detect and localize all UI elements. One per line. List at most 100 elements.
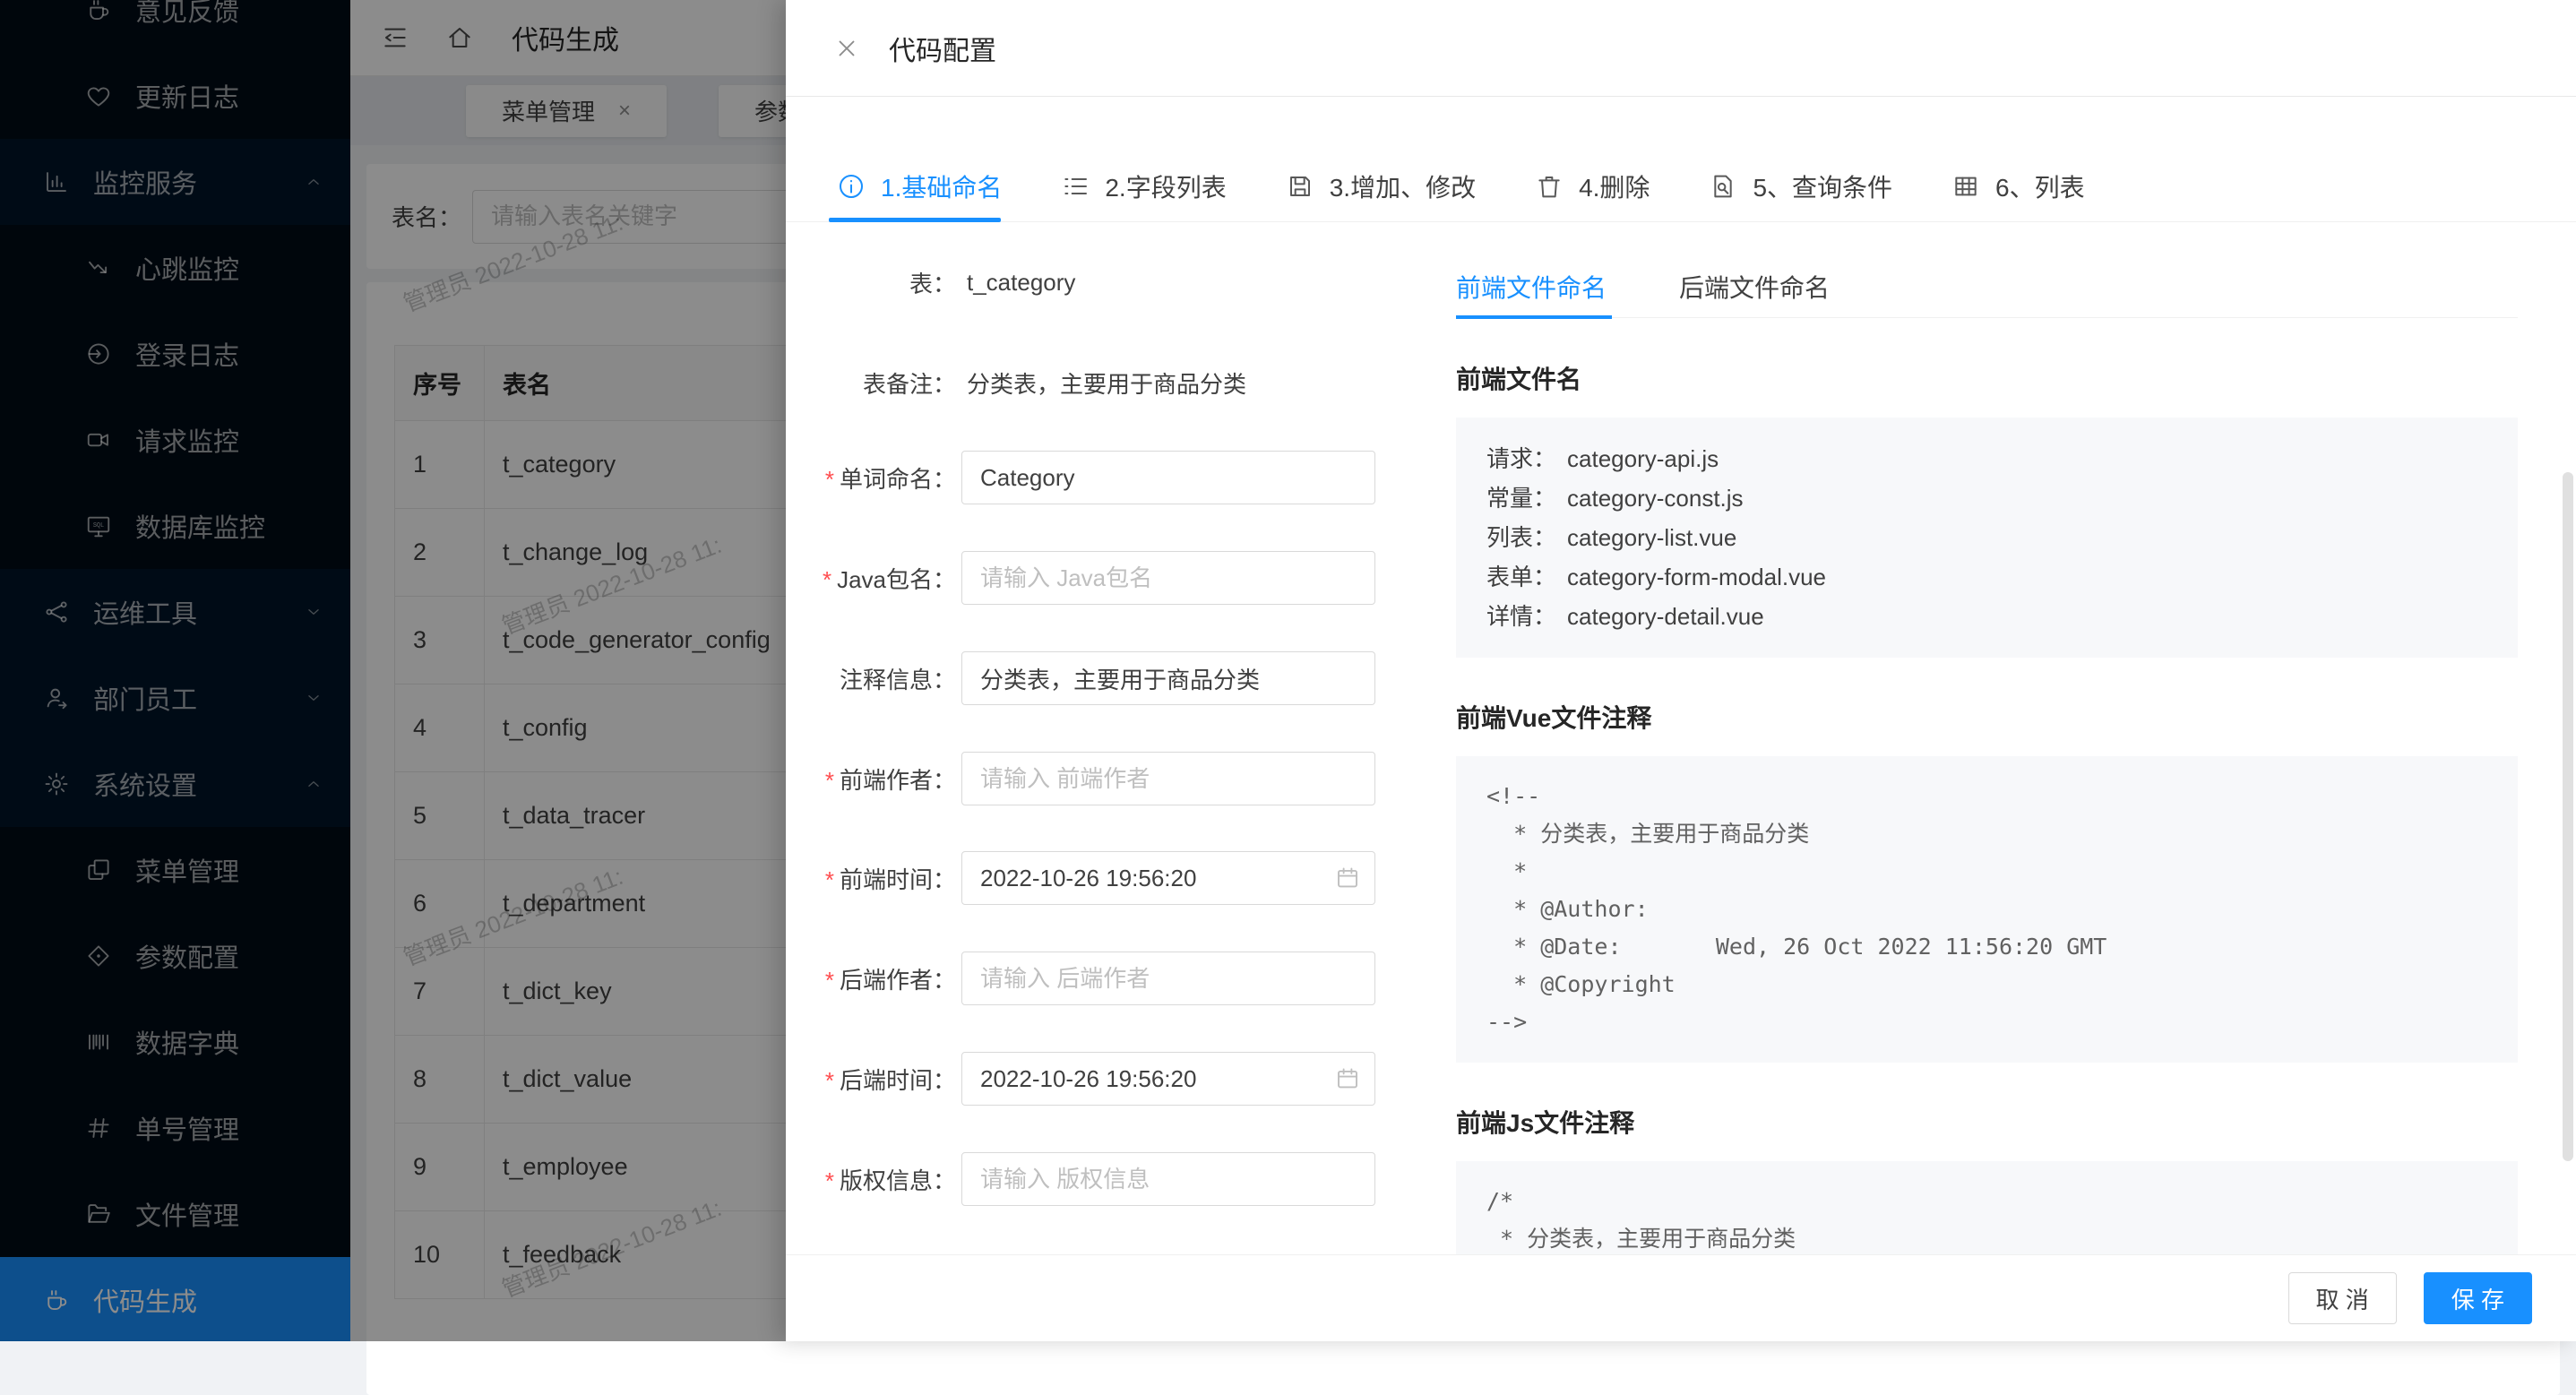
form-field: *后端作者： — [786, 952, 1375, 1005]
calendar-icon[interactable] — [1334, 765, 1361, 792]
panel-section: 前端Vue文件注释 <!-- * 分类表，主要用于商品分类 * * @Autho… — [1456, 699, 2518, 1063]
code-comment-block: <!-- * 分类表，主要用于商品分类 * * @Author: * @Date… — [1456, 756, 2518, 1063]
file-name-row: 常量： category-const.js — [1486, 478, 2487, 518]
cancel-button[interactable]: 取 消 — [2288, 1272, 2397, 1324]
drawer-body: 表： t_category 表备注： 分类表，主要用于商品分类 *单词命名： — [786, 221, 2576, 1254]
step-tab[interactable]: 6、列表 — [1951, 168, 2085, 204]
field-input-box — [961, 752, 1375, 805]
section-heading: 前端Vue文件注释 — [1456, 699, 2518, 735]
calendar-icon[interactable] — [1334, 1166, 1361, 1193]
step-label: 2.字段列表 — [1105, 168, 1226, 204]
file-name-row: 详情： category-detail.vue — [1486, 597, 2487, 636]
step-tab[interactable]: 1.基础命名 — [837, 168, 1002, 204]
field-input-box — [961, 651, 1375, 705]
scrollbar-thumb[interactable] — [2563, 472, 2573, 1161]
field-input-box — [961, 1152, 1375, 1206]
form-field: *Java包名： — [786, 551, 1375, 605]
field-input[interactable] — [961, 1152, 1375, 1206]
field-list-icon — [1061, 172, 1090, 201]
file-kind-label: 常量： — [1486, 485, 1556, 512]
calendar-icon[interactable] — [1334, 665, 1361, 692]
required-asterisk: * — [825, 866, 834, 893]
form-field: 表： t_category — [786, 255, 1075, 309]
field-input-box — [961, 551, 1375, 605]
step-label: 1.基础命名 — [881, 168, 1002, 204]
field-input-box — [961, 952, 1375, 1005]
field-input[interactable] — [961, 651, 1375, 705]
step-tab[interactable]: 2.字段列表 — [1061, 168, 1226, 204]
info-circle-icon — [837, 172, 866, 201]
required-asterisk: * — [823, 566, 831, 593]
step-label: 4.删除 — [1579, 168, 1650, 204]
file-kind-label: 详情： — [1486, 603, 1556, 630]
save-button[interactable]: 保 存 — [2424, 1272, 2532, 1324]
file-naming-tab[interactable]: 前端文件命名 — [1456, 269, 1607, 305]
field-input[interactable] — [961, 752, 1375, 805]
file-kind-label: 列表： — [1486, 524, 1556, 551]
section-heading: 前端Js文件注释 — [1456, 1104, 2518, 1140]
form-field: *前端作者： — [786, 752, 1375, 805]
code-config-drawer: 代码配置 1.基础命名 2.字段列表 3.增加、修改 — [786, 0, 2576, 1341]
field-label: 注释信息： — [786, 662, 956, 695]
field-label: *单词命名： — [786, 461, 956, 495]
calendar-icon[interactable] — [1334, 865, 1361, 891]
drawer-footer: 取 消 保 存 — [786, 1254, 2576, 1341]
field-label: *前端时间： — [786, 862, 956, 895]
form-field: *前端时间： — [786, 851, 1375, 905]
calendar-icon[interactable] — [1334, 1065, 1361, 1092]
file-name-row: 表单： category-form-modal.vue — [1486, 557, 2487, 597]
step-tabs-bar: 1.基础命名 2.字段列表 3.增加、修改 4.删除 — [786, 97, 2576, 222]
calendar-icon[interactable] — [1334, 564, 1361, 591]
field-label: *版权信息： — [786, 1163, 956, 1196]
file-name-value: category-const.js — [1567, 485, 1744, 512]
file-naming-tab[interactable]: 后端文件命名 — [1679, 269, 1830, 305]
step-label: 6、列表 — [1995, 168, 2085, 204]
file-name-value: category-api.js — [1567, 445, 1719, 472]
panel-section: 前端文件名 请求：category-api.js 常量：category-con… — [1456, 360, 2518, 658]
step-tab[interactable]: 4.删除 — [1535, 168, 1650, 204]
code-comment-block: /* * 分类表，主要用于商品分类 * * @Author: — [1456, 1161, 2518, 1254]
file-name-value: category-detail.vue — [1567, 603, 1764, 630]
form-field: *版权信息： — [786, 1152, 1375, 1206]
file-kind-label: 表单： — [1486, 564, 1556, 590]
tabs-divider — [1456, 317, 2518, 318]
required-asterisk: * — [825, 767, 834, 794]
field-label: *后端时间： — [786, 1063, 956, 1096]
form-field: *后端时间： — [786, 1052, 1375, 1106]
calendar-icon[interactable] — [1334, 464, 1361, 491]
field-static-value: 分类表，主要用于商品分类 — [967, 366, 1246, 400]
file-name-value: category-form-modal.vue — [1567, 564, 1826, 590]
save-icon — [1286, 172, 1314, 201]
trash-icon — [1535, 172, 1564, 201]
step-tab[interactable]: 5、查询条件 — [1709, 168, 1892, 204]
field-label: 表备注： — [786, 366, 956, 400]
panel-sections: 前端文件名 请求：category-api.js 常量：category-con… — [1456, 360, 2518, 1254]
step-tab[interactable]: 3.增加、修改 — [1286, 168, 1476, 204]
file-naming-tabs: 前端文件命名 后端文件命名 — [1456, 221, 2518, 319]
calendar-icon[interactable] — [1334, 965, 1361, 992]
close-icon[interactable] — [833, 35, 860, 62]
step-label: 3.增加、修改 — [1330, 168, 1476, 204]
section-heading: 前端文件名 — [1456, 360, 2518, 396]
query-condition-icon — [1709, 172, 1737, 201]
required-asterisk: * — [825, 1167, 834, 1194]
active-tab-underline — [1456, 315, 1612, 319]
field-input[interactable] — [961, 1052, 1375, 1106]
file-name-value: category-list.vue — [1567, 524, 1736, 551]
panel-section: 前端Js文件注释 /* * 分类表，主要用于商品分类 * * @Author: — [1456, 1104, 2518, 1254]
field-input[interactable] — [961, 952, 1375, 1005]
field-input[interactable] — [961, 451, 1375, 504]
file-naming-panel: 前端文件命名 后端文件命名 前端文件名 请求：category-api.js — [1456, 221, 2518, 1254]
required-asterisk: * — [825, 466, 834, 493]
file-name-row: 列表： category-list.vue — [1486, 518, 2487, 557]
field-input[interactable] — [961, 851, 1375, 905]
drawer-scrollbar — [2563, 472, 2573, 1161]
form-field: 注释信息： — [786, 651, 1375, 705]
table-list-icon — [1951, 172, 1980, 201]
field-input-box — [961, 851, 1375, 905]
form-field: 表备注： 分类表，主要用于商品分类 — [786, 356, 1246, 409]
field-input[interactable] — [961, 551, 1375, 605]
field-static-value: t_category — [967, 269, 1075, 297]
form-field: *单词命名： — [786, 451, 1375, 504]
step-label: 5、查询条件 — [1753, 168, 1892, 204]
